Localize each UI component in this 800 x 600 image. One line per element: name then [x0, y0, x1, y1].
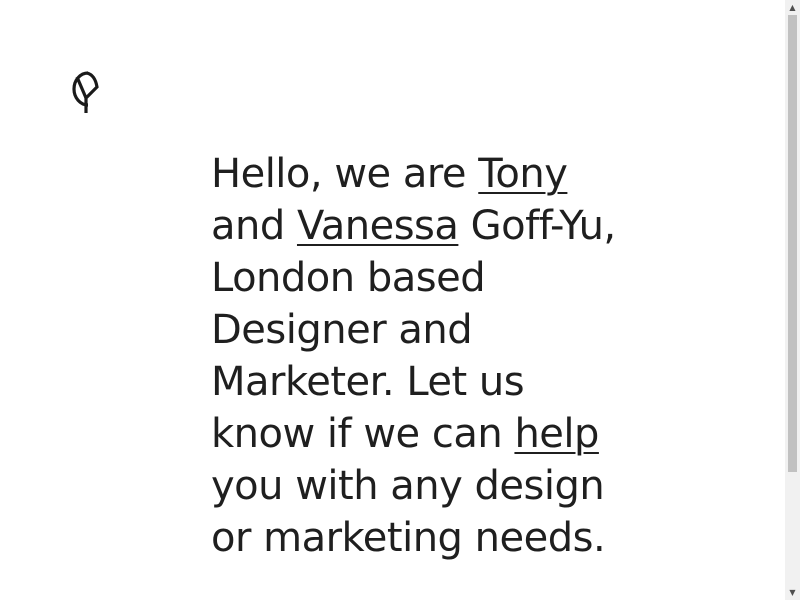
intro-part-1: Hello, we are: [211, 151, 479, 197]
intro-text: Hello, we are Tony and Vanessa Goff-Yu, …: [211, 148, 631, 564]
vanessa-link[interactable]: Vanessa: [297, 203, 459, 249]
tony-link[interactable]: Tony: [478, 151, 568, 197]
scroll-down-icon[interactable]: ▼: [785, 585, 800, 600]
intro-part-4: you with any design or marketing needs.: [211, 463, 606, 561]
logo[interactable]: [66, 67, 102, 115]
vertical-scrollbar[interactable]: ▲ ▼: [785, 0, 800, 600]
cy-monogram-icon: [72, 71, 99, 113]
scrollbar-thumb[interactable]: [788, 15, 797, 472]
intro-part-2: and: [211, 203, 297, 249]
scroll-up-icon[interactable]: ▲: [785, 0, 800, 15]
help-link[interactable]: help: [514, 411, 599, 457]
